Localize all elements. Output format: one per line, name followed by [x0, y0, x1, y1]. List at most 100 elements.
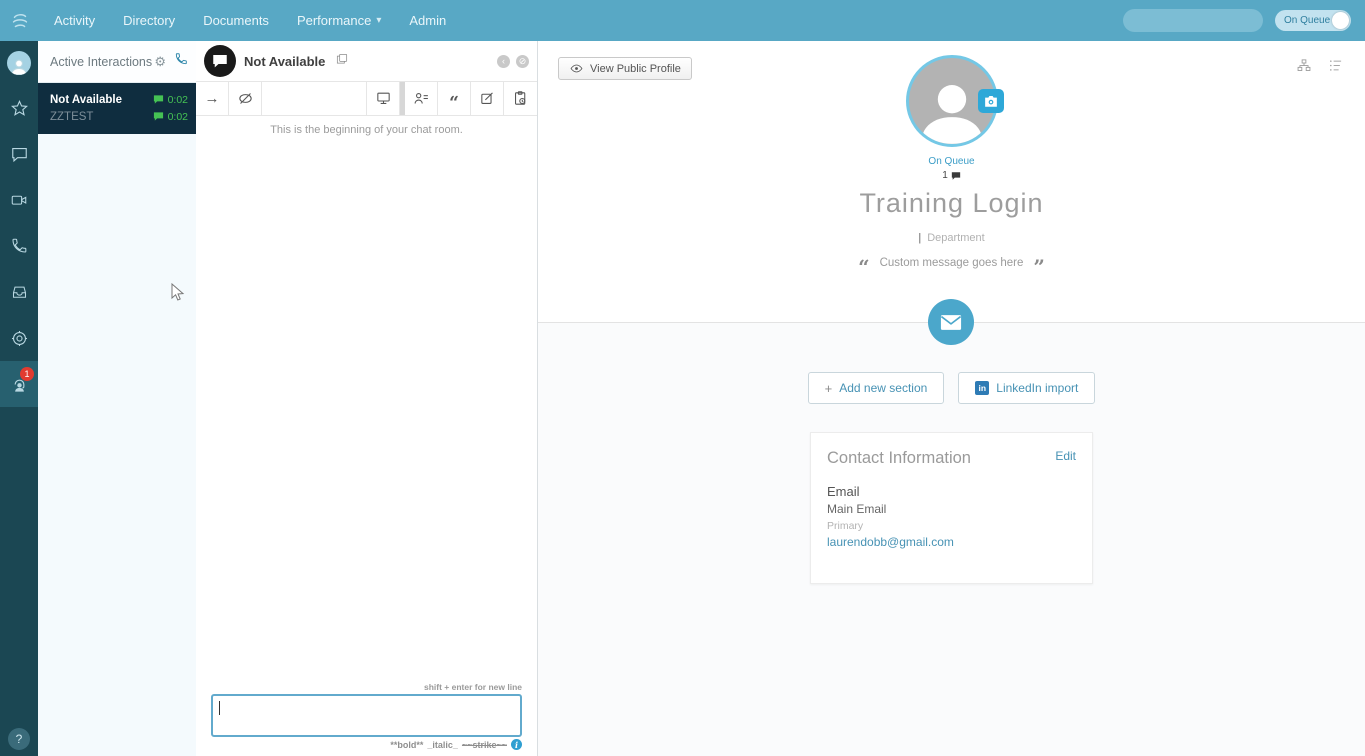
global-search [1123, 9, 1263, 32]
chat-header: Not Available ‹ ⊘ [196, 41, 537, 82]
info-icon[interactable]: i [511, 739, 522, 750]
chat-bubble-dark-icon [951, 171, 961, 181]
rail-chat[interactable] [0, 131, 38, 177]
canned-responses-button[interactable]: “ [438, 82, 471, 115]
rail-inbox[interactable] [0, 269, 38, 315]
mute-hide-button[interactable] [229, 82, 262, 115]
profile-status[interactable]: On Queue [538, 156, 1365, 167]
rail-interactions[interactable]: 1 [0, 361, 38, 407]
profile-custom-message: “ Custom message goes here ” [538, 257, 1365, 269]
plus-icon: + [825, 381, 833, 396]
toggle-knob[interactable] [1332, 12, 1349, 29]
copy-icon[interactable] [335, 52, 349, 71]
custom-message-text[interactable]: Custom message goes here [880, 257, 1024, 269]
format-hint-italic: _italic_ [427, 740, 458, 750]
envelope-icon [940, 314, 962, 331]
format-hint-bold: **bold** [390, 740, 423, 750]
newline-hint: shift + enter for new line [211, 682, 522, 692]
chat-composer: shift + enter for new line **bold** _ita… [196, 682, 537, 756]
topbar-right-group: On Queue [1123, 9, 1365, 32]
chat-count-value: 1 [942, 170, 948, 181]
profile-main-area: View Public Profile [538, 41, 1365, 756]
target-icon [10, 329, 29, 348]
transfer-button[interactable]: → [196, 82, 229, 115]
camera-icon [983, 95, 999, 108]
message-input[interactable] [213, 696, 520, 735]
edit-link[interactable]: Edit [1055, 449, 1076, 463]
linkedin-import-button[interactable]: in LinkedIn import [958, 372, 1095, 404]
chat-message-area: This is the beginning of your chat room. [196, 116, 537, 682]
nav-admin[interactable]: Admin [395, 0, 460, 41]
contact-details-button[interactable] [405, 82, 438, 115]
nav-directory-label: Directory [123, 13, 175, 28]
nav-performance-label: Performance [297, 13, 371, 28]
app-window: Activity Directory Documents Performance… [0, 0, 1365, 756]
phone-icon [10, 237, 28, 255]
chat-panel: Not Available ‹ ⊘ → [196, 41, 538, 756]
nav-documents[interactable]: Documents [189, 0, 283, 41]
on-queue-toggle[interactable]: On Queue [1275, 10, 1351, 31]
person-list-icon [413, 90, 430, 107]
video-camera-icon [9, 191, 29, 209]
add-new-section-label: Add new section [839, 381, 927, 395]
rail-favorites[interactable] [0, 85, 38, 131]
format-hints: **bold** _italic_ ~~strike~~ i [211, 739, 522, 750]
nav-activity-label: Activity [54, 13, 95, 28]
contact-email-link[interactable]: laurendobb@gmail.com [827, 535, 1076, 549]
interaction-duration: 0:02 [168, 111, 188, 123]
chat-header-actions: ‹ ⊘ [497, 55, 529, 68]
profile-avatar-wrap [906, 55, 998, 147]
add-new-section-button[interactable]: + Add new section [808, 372, 945, 404]
nav-activity[interactable]: Activity [40, 0, 109, 41]
profile-column: On Queue 1 Training Login | Department “ … [538, 41, 1365, 269]
rail-calls[interactable] [0, 223, 38, 269]
pipe-glyph: | [918, 232, 921, 244]
caret-down-icon: ▾ [376, 15, 381, 26]
app-logo[interactable] [0, 0, 40, 41]
interaction-list-item[interactable]: Not Available 0:02 ZZTEST 0:02 [38, 83, 196, 134]
profile-name: Training Login [538, 188, 1365, 219]
contact-field-label: Main Email [827, 502, 1076, 516]
screen-share-button[interactable] [367, 82, 400, 115]
search-input[interactable] [1131, 14, 1286, 28]
linkedin-import-label: LinkedIn import [996, 381, 1078, 395]
notes-button[interactable] [471, 82, 504, 115]
profile-department[interactable]: | Department [538, 232, 1365, 244]
contact-card-title: Contact Information [827, 449, 1055, 468]
chat-bubble-green-icon [153, 94, 164, 105]
chat-bubble-green-icon [153, 111, 164, 122]
profile-section-buttons: + Add new section in LinkedIn import [538, 372, 1365, 404]
dialpad-phone-icon[interactable] [174, 52, 188, 71]
change-photo-button[interactable] [978, 89, 1004, 113]
monitor-icon [375, 90, 392, 107]
collapse-back-icon[interactable]: ‹ [497, 55, 510, 68]
chevron-left-glyph: ‹ [502, 57, 505, 66]
contact-card-header: Contact Information Edit [827, 449, 1076, 468]
quote-icon: “ [449, 95, 459, 103]
linkedin-icon: in [975, 381, 989, 395]
interactions-header: Active Interactions ⚙ [38, 41, 196, 83]
nav-performance[interactable]: Performance ▾ [283, 0, 395, 41]
gear-icon[interactable]: ⚙ [154, 54, 166, 70]
nav-directory[interactable]: Directory [109, 0, 189, 41]
block-icon[interactable]: ⊘ [516, 55, 529, 68]
email-fab-button[interactable] [928, 299, 974, 345]
on-queue-toggle-label: On Queue [1275, 15, 1330, 26]
chat-bubble-icon [211, 52, 229, 70]
slash-circle-glyph: ⊘ [519, 57, 527, 66]
inbox-tray-icon [10, 283, 29, 301]
rail-profile[interactable] [0, 41, 38, 85]
rail-video[interactable] [0, 177, 38, 223]
interaction-queue-name: ZZTEST [50, 111, 153, 123]
schedule-wrapup-button[interactable] [504, 82, 537, 115]
nav-admin-label: Admin [409, 13, 446, 28]
contact-field-type: Email [827, 484, 1076, 499]
chat-bubble-icon [10, 145, 29, 164]
message-input-wrap [211, 694, 522, 737]
nav-documents-label: Documents [203, 13, 269, 28]
rail-workspace[interactable] [0, 315, 38, 361]
help-button[interactable]: ? [8, 728, 30, 750]
department-label: Department [927, 232, 984, 244]
person-silhouette-icon [915, 76, 989, 144]
interactions-badge: 1 [20, 367, 34, 381]
